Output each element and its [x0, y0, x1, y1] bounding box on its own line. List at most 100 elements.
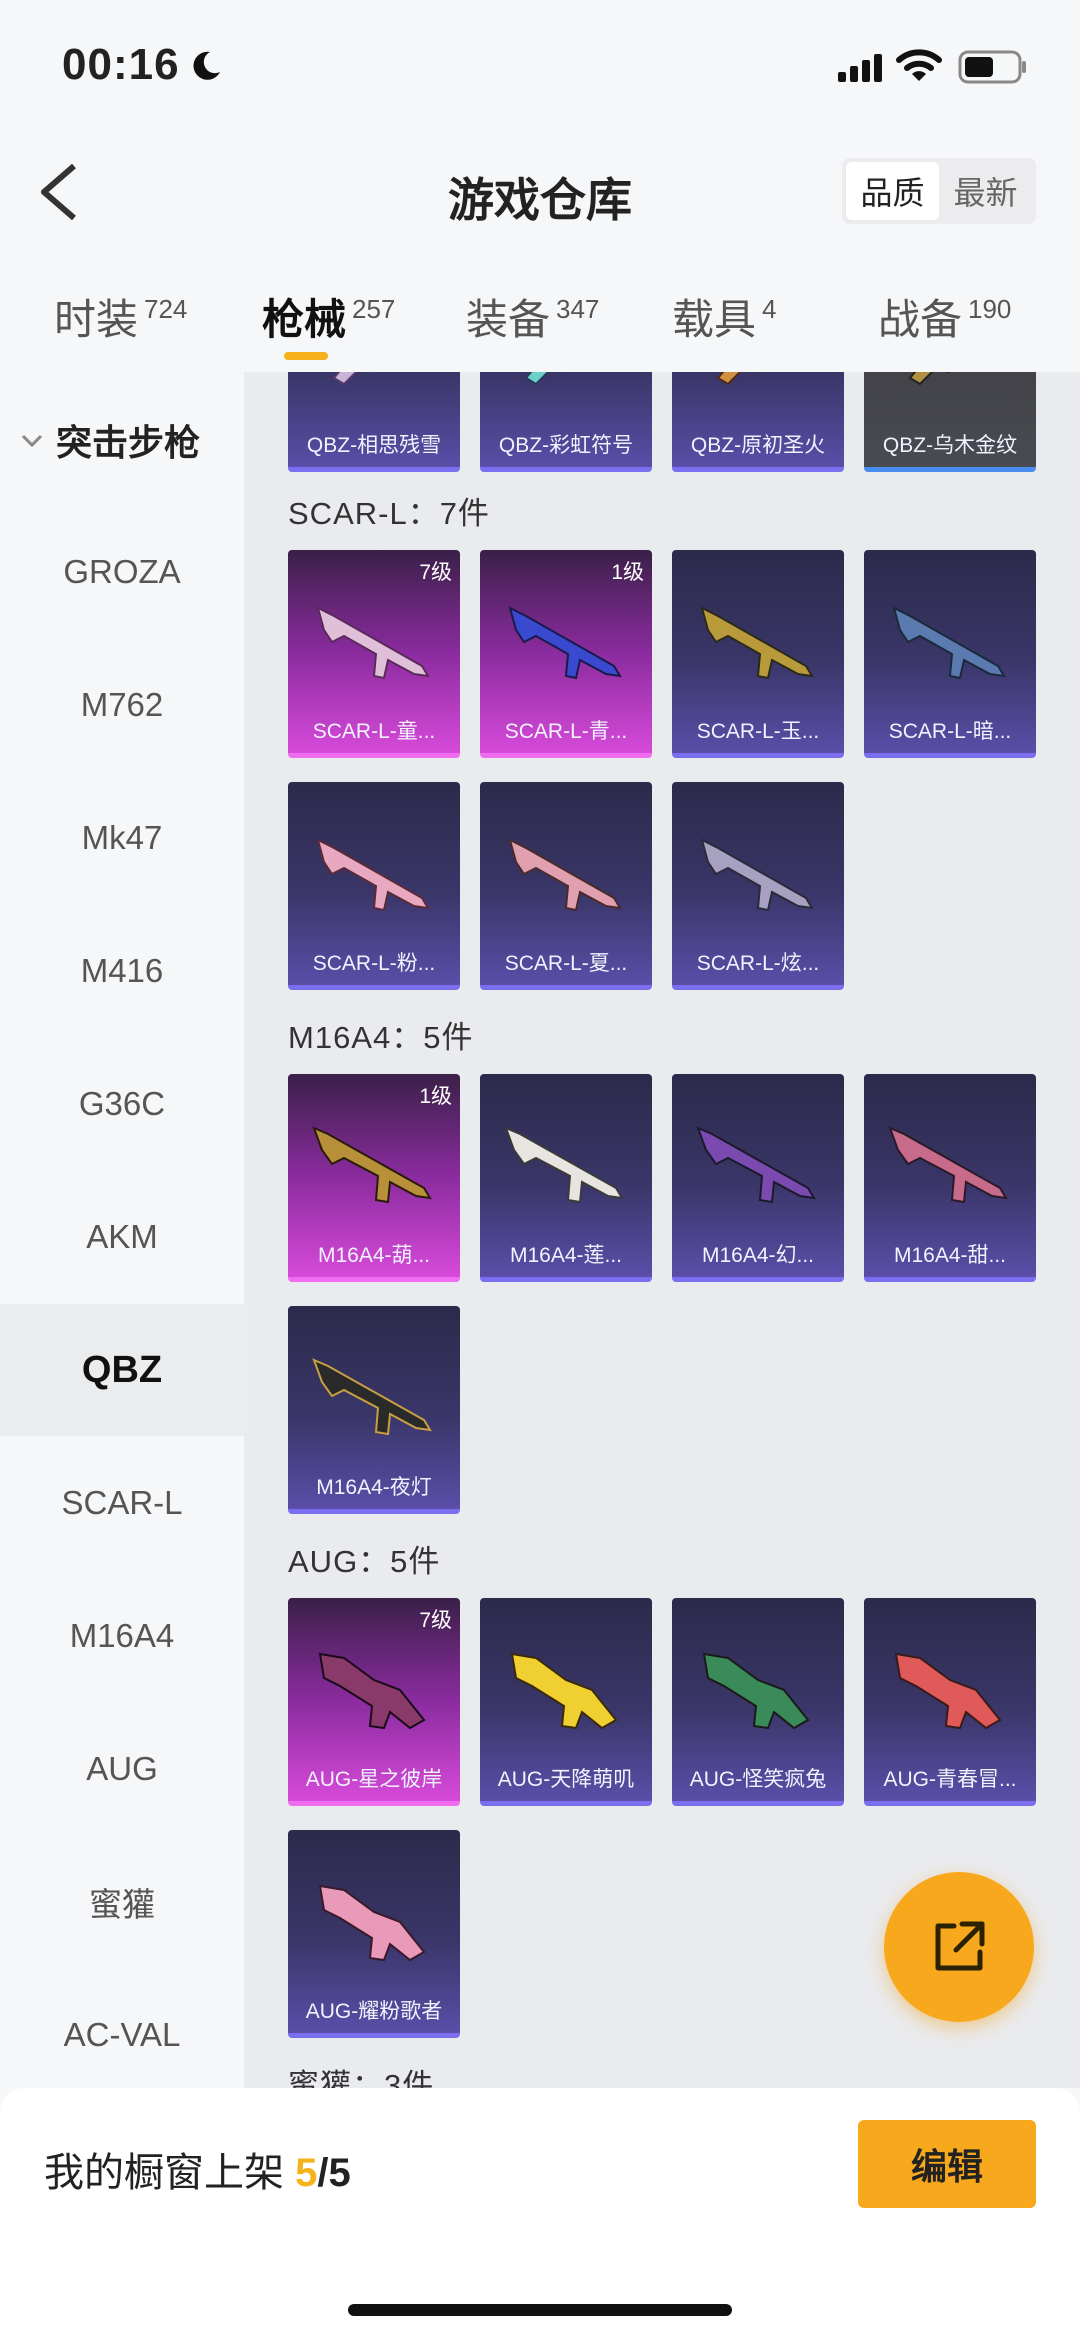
share-button[interactable]: [884, 1872, 1034, 2022]
skin-name: M16A4-甜...: [893, 1244, 1007, 1267]
edit-button[interactable]: 编辑: [858, 2120, 1036, 2208]
rifle-icon: [316, 838, 430, 912]
skin-card[interactable]: AUG-怪笑疯兔: [672, 1598, 844, 1806]
skin-card[interactable]: 7级 SCAR-L-童...: [288, 550, 460, 758]
tab-supplies[interactable]: 战备 190: [878, 286, 1011, 347]
tab-label: 装备: [466, 296, 551, 343]
skin-card[interactable]: QBZ-原初圣火: [672, 372, 844, 472]
sidebar-item-m416[interactable]: M416: [0, 905, 244, 1037]
rifle-icon: [316, 606, 430, 680]
sidebar-item-scar-l[interactable]: SCAR-L: [0, 1437, 244, 1569]
skin-name: AUG-天降萌叽: [497, 1768, 635, 1791]
tab-firearms[interactable]: 枪械 257: [262, 286, 395, 347]
sort-newest-button[interactable]: 最新: [939, 162, 1032, 220]
tab-fashion[interactable]: 时装 724: [54, 286, 187, 347]
sidebar-item-g36c[interactable]: G36C: [0, 1038, 244, 1170]
rifle-icon: [312, 1126, 432, 1204]
skin-name: M16A4-夜灯: [316, 1476, 432, 1499]
sort-quality-button[interactable]: 品质: [846, 162, 939, 220]
skin-name: AUG-怪笑疯兔: [689, 1768, 827, 1791]
app-header: 游戏仓库 品质 最新: [0, 130, 1080, 250]
sidebar-item-ac-val[interactable]: AC-VAL: [0, 1969, 244, 2101]
rifle-icon: [524, 372, 566, 386]
skin-name: QBZ-彩虹符号: [498, 434, 634, 457]
showcase-bar: 我的橱窗上架 5/5 编辑: [0, 2088, 1080, 2337]
showcase-count: 5: [295, 2151, 318, 2195]
tab-equipment[interactable]: 装备 347: [466, 286, 599, 347]
sidebar-item-aug[interactable]: AUG: [0, 1703, 244, 1835]
share-icon: [935, 1921, 985, 1971]
skin-card[interactable]: SCAR-L-粉...: [288, 782, 460, 990]
rifle-icon: [332, 372, 374, 386]
rifle-icon: [508, 838, 622, 912]
skin-card[interactable]: 1级 M16A4-葫...: [288, 1074, 460, 1282]
skin-name: SCAR-L-青...: [504, 720, 628, 743]
tab-label: 时装: [54, 296, 139, 343]
sidebar-item-m16a4[interactable]: M16A4: [0, 1570, 244, 1702]
rifle-icon: [318, 1884, 426, 1962]
status-bar: 00:16: [0, 0, 1080, 130]
skin-card[interactable]: SCAR-L-炫...: [672, 782, 844, 990]
section-title-aug: AUG：5件: [288, 1544, 441, 1579]
section-title-scar-l: SCAR-L：7件: [288, 496, 490, 531]
sidebar-group-assault-rifles[interactable]: 突击步枪: [20, 414, 200, 466]
active-tab-indicator: [284, 352, 328, 360]
rifle-icon: [716, 372, 758, 386]
showcase-label: 我的橱窗上架: [44, 2151, 284, 2195]
rifle-icon: [700, 838, 814, 912]
weapon-type-sidebar: 突击步枪 GROZA M762 Mk47 M416 G36C AKM QBZ S…: [0, 372, 244, 2088]
battery-icon: [958, 50, 1026, 84]
skin-card[interactable]: M16A4-幻...: [672, 1074, 844, 1282]
rifle-icon: [696, 1126, 816, 1204]
home-indicator[interactable]: [348, 2304, 732, 2316]
sidebar-item-mk47[interactable]: Mk47: [0, 772, 244, 904]
tab-count: 4: [762, 294, 777, 324]
rifle-icon: [702, 1652, 810, 1730]
sidebar-item-m762[interactable]: M762: [0, 639, 244, 771]
skin-card[interactable]: AUG-青春冒...: [864, 1598, 1036, 1806]
wifi-icon: [896, 49, 942, 81]
skin-name: M16A4-葫...: [317, 1244, 431, 1267]
skin-card[interactable]: 7级 AUG-星之彼岸: [288, 1598, 460, 1806]
skin-name: QBZ-乌木金纹: [882, 434, 1018, 457]
sidebar-item-qbz[interactable]: QBZ: [0, 1304, 244, 1436]
skin-card[interactable]: SCAR-L-玉...: [672, 550, 844, 758]
sort-toggle: 品质 最新: [842, 158, 1036, 224]
rifle-icon: [312, 1358, 432, 1436]
skin-name: SCAR-L-童...: [312, 720, 436, 743]
skin-card[interactable]: QBZ-乌木金纹: [864, 372, 1036, 472]
skin-card[interactable]: M16A4-甜...: [864, 1074, 1036, 1282]
skin-name: SCAR-L-粉...: [312, 952, 436, 975]
chevron-down-icon: [21, 434, 43, 448]
skin-card[interactable]: AUG-天降萌叽: [480, 1598, 652, 1806]
tab-label: 载具: [672, 296, 757, 343]
tab-count: 190: [968, 294, 1012, 324]
skin-card[interactable]: M16A4-夜灯: [288, 1306, 460, 1514]
section-title-honey-badger: 蜜獾：3件: [288, 2068, 435, 2088]
skin-name: SCAR-L-暗...: [888, 720, 1012, 743]
skin-card[interactable]: QBZ-相思残雪: [288, 372, 460, 472]
tab-count: 347: [556, 294, 600, 324]
skin-card[interactable]: AUG-耀粉歌者: [288, 1830, 460, 2038]
sidebar-group-label: 突击步枪: [56, 422, 201, 463]
skin-name: AUG-星之彼岸: [305, 1768, 443, 1791]
skin-name: AUG-青春冒...: [883, 1768, 1017, 1791]
sidebar-item-honey-badger[interactable]: 蜜獾: [0, 1836, 244, 1968]
rifle-icon: [700, 606, 814, 680]
skin-card[interactable]: SCAR-L-夏...: [480, 782, 652, 990]
skin-name: M16A4-幻...: [701, 1244, 815, 1267]
skin-name: SCAR-L-夏...: [504, 952, 628, 975]
rifle-icon: [510, 1652, 618, 1730]
skin-card[interactable]: QBZ-彩虹符号: [480, 372, 652, 472]
skin-name: M16A4-莲...: [509, 1244, 623, 1267]
skin-grid: QBZ-相思残雪 QBZ-彩虹符号 QBZ-原初圣火 QBZ-乌木金纹 SCAR…: [244, 372, 1080, 2088]
tab-label: 枪械: [262, 296, 347, 343]
sidebar-item-akm[interactable]: AKM: [0, 1171, 244, 1303]
rifle-icon: [508, 606, 622, 680]
tab-vehicles[interactable]: 载具 4: [672, 286, 776, 347]
tab-count: 724: [144, 294, 188, 324]
skin-card[interactable]: SCAR-L-暗...: [864, 550, 1036, 758]
skin-card[interactable]: 1级 SCAR-L-青...: [480, 550, 652, 758]
skin-card[interactable]: M16A4-莲...: [480, 1074, 652, 1282]
sidebar-item-groza[interactable]: GROZA: [0, 506, 244, 638]
